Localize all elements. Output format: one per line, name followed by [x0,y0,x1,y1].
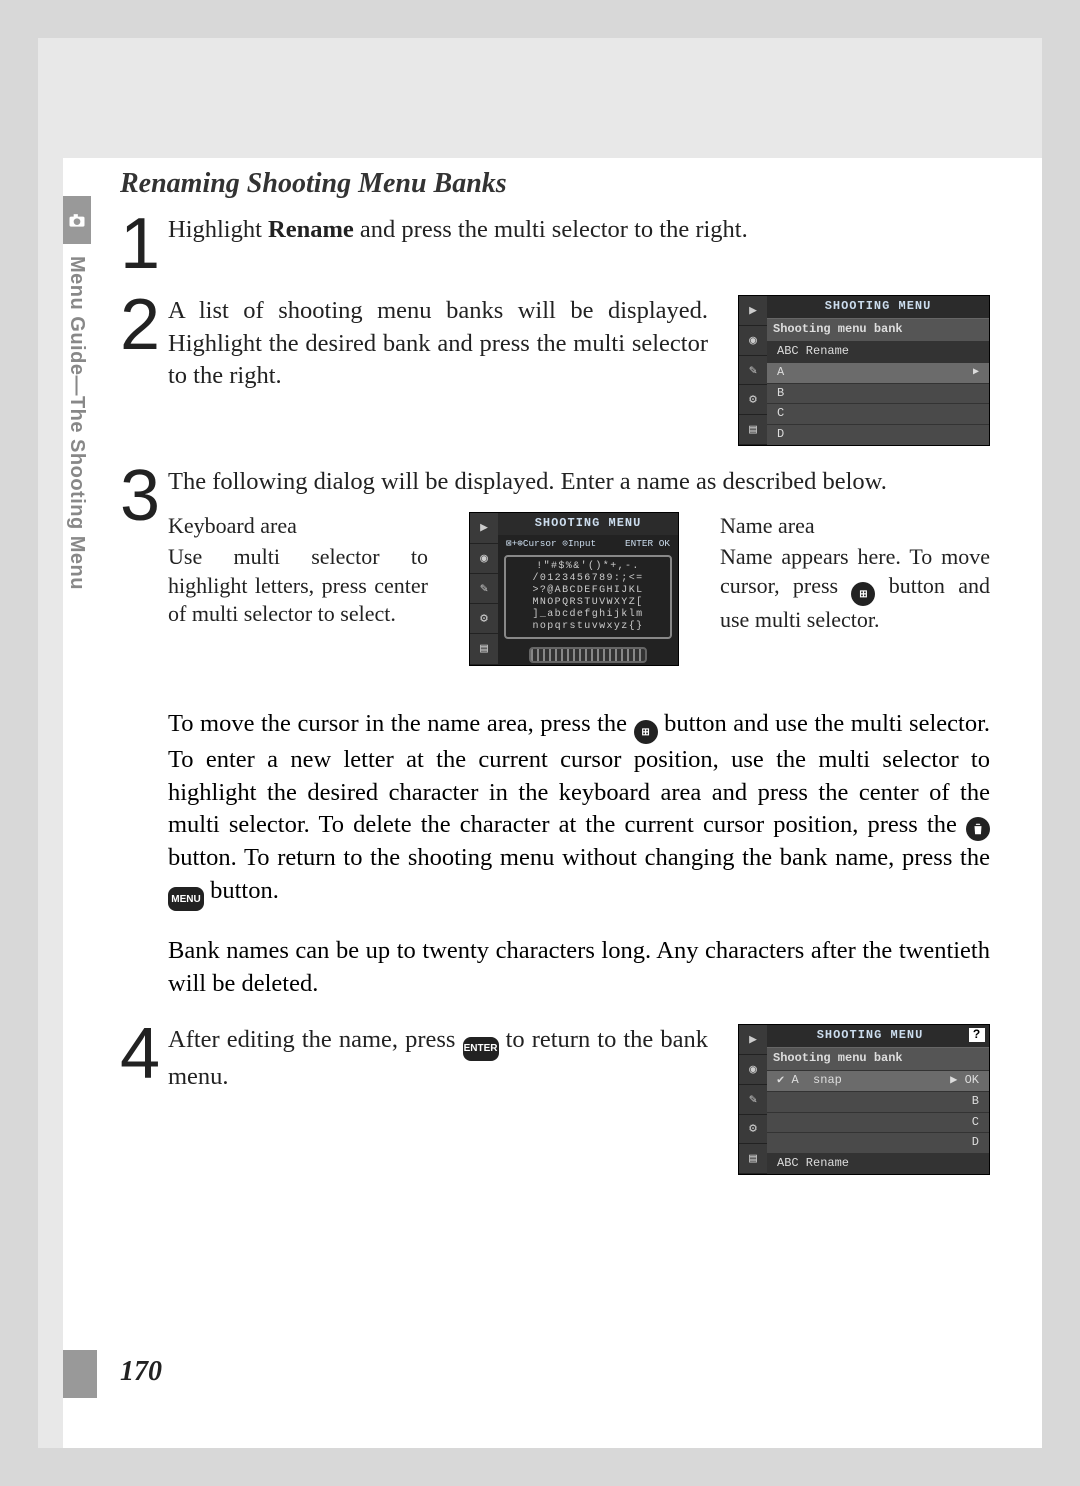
keyboard-area-callout: Keyboard area Use multi selector to high… [168,512,428,665]
bank-name-length-paragraph: Bank names can be up to twenty character… [168,935,990,1000]
lcd-side-icon: ⚙ [739,385,767,415]
lcd-side-icon: ▤ [739,415,767,445]
lcd-side-icon: ◉ [739,1055,767,1085]
name-area-callout: Name area Name appears here. To move cur… [720,512,990,665]
step1-bold: Rename [268,216,354,243]
manual-page: Menu Guide—The Shooting Menu Renaming Sh… [38,38,1042,1448]
cursor-paragraph: To move the cursor in the name area, pre… [168,708,990,912]
trash-icon [966,817,990,841]
step-number: 3 [120,466,168,688]
side-tab-camera-icon [63,196,91,244]
lcd-side-icon: ▤ [470,634,498,664]
page-number-decoration [63,1350,97,1398]
step2-text: A list of shooting menu banks will be di… [168,295,708,446]
section-title: Renaming Shooting Menu Banks [120,168,990,200]
lcd-hint-bar: ⊠+⊕Cursor ⊙Input ENTER OK [504,538,672,554]
step-number: 2 [120,295,168,446]
menu-button-icon: MENU [168,887,204,911]
name-entry-box [529,647,647,663]
lcd-subheader: Shooting menu bank [767,318,989,341]
camera-icon [67,210,87,230]
lcd-bank-row: C [767,403,989,424]
step-1: 1 Highlight Rename and press the multi s… [120,214,990,275]
step-number: 1 [120,214,168,275]
lcd-side-icon: ⚙ [739,1115,767,1145]
lcd-side-icon: ◉ [470,544,498,574]
lcd-rename-row: ABC Rename [767,341,989,362]
thumbnail-icon: ⊞ [634,720,658,744]
side-label: Menu Guide—The Shooting Menu [65,256,88,590]
left-band [38,38,63,1448]
lcd-side-icon: ✎ [470,574,498,604]
step-number: 4 [120,1024,168,1175]
lcd-bank-row: C [767,1112,989,1133]
step-2: 2 A list of shooting menu banks will be … [120,295,990,446]
lcd-bank-row: ✔ A snap ▶ OK [767,1070,989,1091]
page-number: 170 [120,1356,162,1388]
step-body: The following dialog will be displayed. … [168,466,990,688]
lcd-side-icon: ◉ [739,326,767,356]
step-3: 3 The following dialog will be displayed… [120,466,990,688]
step4-text: After editing the name, press ENTER to r… [168,1024,708,1093]
keyboard-dialog-figure: Keyboard area Use multi selector to high… [168,512,990,665]
lcd-bank-row: B [767,1091,989,1112]
step-body: After editing the name, press ENTER to r… [168,1024,990,1175]
kb-lines: !"#$%&'()*+,-. /0123456789:;<= >?@ABCDEF… [510,561,666,633]
lcd-side-icon: ▶ [470,513,498,543]
lcd-side-icon: ⚙ [470,604,498,634]
keyboard-box: !"#$%&'()*+,-. /0123456789:;<= >?@ABCDEF… [504,555,672,639]
step-4: 4 After editing the name, press ENTER to… [120,1024,990,1175]
lcd-side-icon: ✎ [739,356,767,386]
content-area: Renaming Shooting Menu Banks 1 Highlight… [120,168,990,1195]
help-icon: ? [969,1028,985,1042]
lcd-side-icon: ▤ [739,1144,767,1174]
lcd-bank-list: ▶ ◉ ✎ ⚙ ▤ SHOOTING MENU Shooting menu ba… [738,295,990,446]
lcd-rename-row: ABC Rename [767,1153,989,1174]
thumbnail-icon: ⊞ [851,582,875,606]
lcd-bank-row: A▶ [767,362,989,383]
lcd-bank-row: D [767,424,989,445]
step1-after: and press the multi selector to the righ… [354,216,748,243]
step-body: A list of shooting menu banks will be di… [168,295,990,446]
keyboard-area-label: Keyboard area [168,512,428,541]
lcd-title: SHOOTING MENU [767,296,989,318]
enter-button-icon: ENTER [463,1037,499,1061]
lcd-bank-row: D [767,1132,989,1153]
step-body: Highlight Rename and press the multi sel… [168,214,990,275]
lcd-keyboard-dialog: ▶ ◉ ✎ ⚙ ▤ SHOOTING MENU ⊠+⊕Cursor ⊙Input [469,512,679,665]
lcd-side-icon: ▶ [739,1025,767,1055]
lcd-bank-list-after: ▶ ◉ ✎ ⚙ ▤ SHOOTING MENU ? Shooting menu … [738,1024,990,1175]
lcd-title: SHOOTING MENU [498,513,678,535]
keyboard-area-desc: Use multi selector to highlight letters,… [168,543,428,629]
name-area-desc: Name appears here. To move cursor, press… [720,543,990,635]
chevron-right-icon: ▶ [973,366,979,379]
lcd-side-icon: ✎ [739,1085,767,1115]
lcd-bank-row: B [767,383,989,404]
lcd-title-row: SHOOTING MENU ? [767,1025,989,1047]
lcd-side-icon: ▶ [739,296,767,326]
top-band [38,38,1042,158]
lcd-subheader: Shooting menu bank [767,1047,989,1070]
name-area-label: Name area [720,512,990,541]
step3-text: The following dialog will be displayed. … [168,466,990,498]
step1-before: Highlight [168,216,268,243]
